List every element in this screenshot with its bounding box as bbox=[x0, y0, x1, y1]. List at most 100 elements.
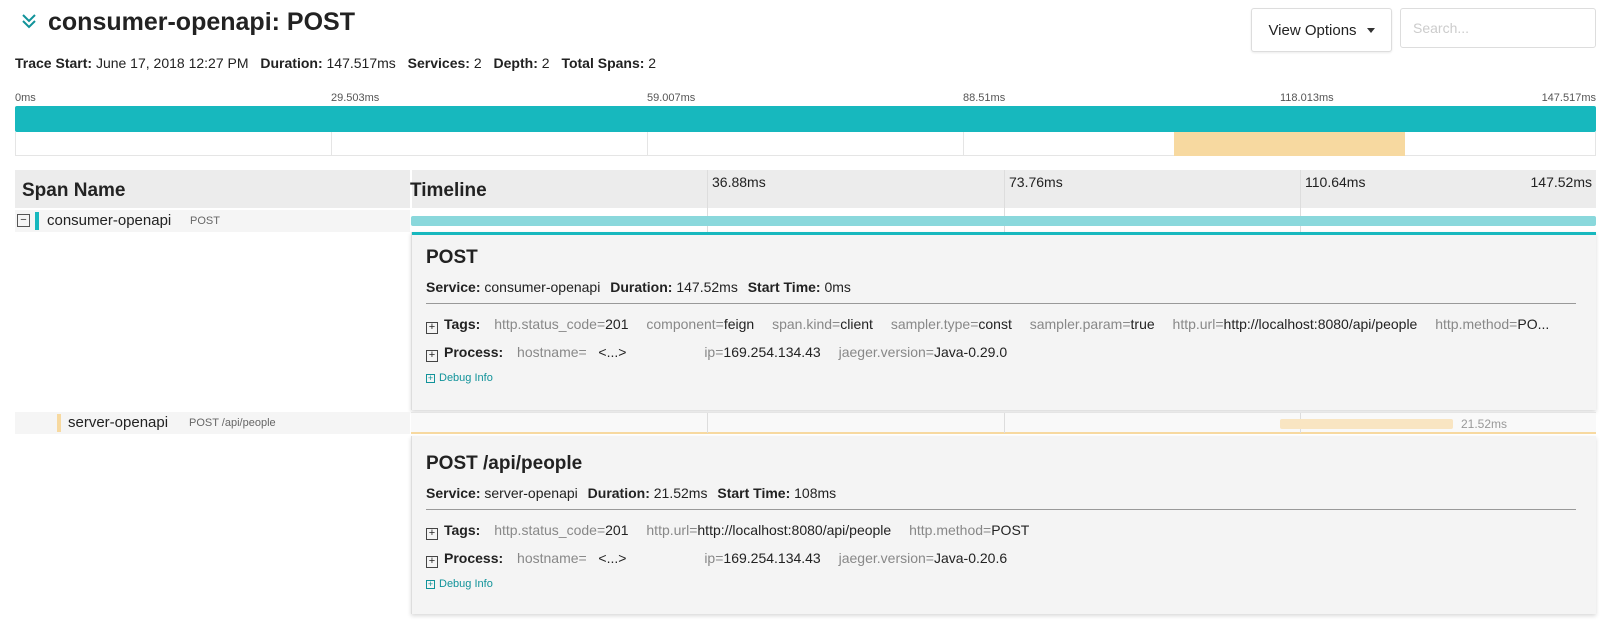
minimap-tick: 118.013ms bbox=[1280, 92, 1334, 104]
tag: span.kind=client bbox=[772, 316, 873, 332]
tag: http.status_code=201 bbox=[494, 522, 629, 538]
span-bar[interactable] bbox=[1280, 419, 1453, 429]
trace-meta: Trace Start: June 17, 2018 12:27 PM Dura… bbox=[15, 55, 664, 71]
tag: sampler.param=true bbox=[1029, 316, 1155, 332]
start-time-value: 108ms bbox=[794, 485, 837, 501]
start-time-value: 0ms bbox=[824, 279, 851, 295]
span-row[interactable]: server-openapi POST /api/people bbox=[15, 412, 410, 434]
service-color-marker bbox=[57, 414, 61, 432]
service-label: Service: bbox=[426, 279, 481, 295]
span-detail-accent bbox=[412, 232, 1596, 235]
duration-label: Duration: bbox=[260, 55, 323, 71]
span-timeline-row[interactable]: 21.52ms bbox=[411, 412, 1596, 434]
span-detail-panel: POST Service: consumer-openapi Duration:… bbox=[411, 232, 1596, 410]
view-options-label: View Options bbox=[1268, 21, 1357, 39]
process-tag: jaeger.version=Java-0.29.0 bbox=[838, 344, 1008, 360]
service-label: Service: bbox=[426, 485, 481, 501]
span-name-header: Span Name bbox=[22, 180, 126, 201]
span-detail-title: POST /api/people bbox=[426, 453, 583, 474]
tag: component=feign bbox=[646, 316, 755, 332]
total-spans-value: 2 bbox=[648, 55, 657, 71]
timeline-tick: 110.64ms bbox=[1305, 174, 1366, 190]
minimap-tick: 88.51ms bbox=[963, 92, 1006, 104]
tag: sampler.type=const bbox=[890, 316, 1012, 332]
process-label: Process: bbox=[444, 550, 504, 566]
tags-row[interactable]: + Tags: http.status_code=201 component=fe… bbox=[426, 316, 1576, 334]
plus-square-icon[interactable]: + bbox=[426, 322, 438, 334]
process-tag: jaeger.version=Java-0.20.6 bbox=[838, 550, 1008, 566]
duration-value: 21.52ms bbox=[653, 485, 708, 501]
process-tag: ip=169.254.134.43 bbox=[704, 550, 821, 566]
trace-start-label: Trace Start: bbox=[15, 55, 93, 71]
search-input[interactable] bbox=[1400, 8, 1596, 48]
minimap-gridline bbox=[331, 132, 332, 156]
debug-info-link[interactable]: + Debug Info bbox=[426, 372, 493, 384]
span-detail-meta: Service: server-openapi Duration: 21.52m… bbox=[426, 485, 842, 501]
process-row[interactable]: + Process: hostname= <...> ip=169.254.134… bbox=[426, 344, 1576, 362]
span-timeline-row[interactable] bbox=[411, 210, 1596, 232]
services-label: Services: bbox=[407, 55, 470, 71]
service-value: consumer-openapi bbox=[484, 279, 601, 295]
timeline-header: Timeline bbox=[410, 180, 487, 201]
minimap-span-bar-1 bbox=[15, 106, 1596, 132]
span-operation-name: POST bbox=[190, 215, 220, 227]
detail-divider bbox=[426, 509, 1576, 510]
process-tag: hostname= <...> bbox=[517, 344, 687, 360]
process-tag: ip=169.254.134.43 bbox=[704, 344, 821, 360]
minimap-tick: 59.007ms bbox=[647, 92, 696, 104]
plus-square-icon[interactable]: + bbox=[426, 350, 438, 362]
process-row[interactable]: + Process: hostname= <...> ip=169.254.134… bbox=[426, 550, 1576, 568]
total-spans-label: Total Spans: bbox=[561, 55, 645, 71]
tags-row[interactable]: + Tags: http.status_code=201 http.url=htt… bbox=[426, 522, 1576, 540]
span-service-name: server-openapi bbox=[68, 414, 169, 431]
process-tag: hostname= <...> bbox=[517, 550, 687, 566]
minimap-tick: 29.503ms bbox=[331, 92, 380, 104]
detail-divider bbox=[426, 303, 1576, 304]
tag: http.method=PO... bbox=[1435, 316, 1550, 332]
minimap-tick: 0ms bbox=[15, 92, 36, 104]
chevron-double-down-icon[interactable] bbox=[20, 12, 38, 30]
trace-table-header: Span Name Timeline 36.88ms 73.76ms 110.6… bbox=[15, 170, 1596, 208]
start-time-label: Start Time: bbox=[747, 279, 821, 295]
service-color-marker bbox=[35, 212, 39, 230]
caret-down-icon bbox=[1366, 27, 1375, 33]
trace-title: consumer-openapi: POST bbox=[48, 8, 355, 36]
span-detail-title: POST bbox=[426, 247, 478, 268]
duration-label: Duration: bbox=[610, 279, 673, 295]
view-options-button[interactable]: View Options bbox=[1251, 8, 1392, 52]
debug-info-link[interactable]: + Debug Info bbox=[426, 578, 493, 590]
minimap-gridline bbox=[963, 132, 964, 156]
tags-label: Tags: bbox=[444, 316, 481, 332]
plus-square-icon[interactable]: + bbox=[426, 528, 438, 540]
timeline-tick: 73.76ms bbox=[1009, 174, 1063, 190]
depth-value: 2 bbox=[541, 55, 550, 71]
minimap-tick: 147.517ms bbox=[1541, 92, 1596, 104]
duration-value: 147.52ms bbox=[676, 279, 738, 295]
trace-minimap[interactable]: 0ms 29.503ms 59.007ms 88.51ms 118.013ms … bbox=[15, 92, 1596, 158]
duration-label: Duration: bbox=[587, 485, 650, 501]
timeline-tick: 147.52ms bbox=[1530, 174, 1592, 190]
tags-label: Tags: bbox=[444, 522, 481, 538]
span-detail-meta: Service: consumer-openapi Duration: 147.… bbox=[426, 279, 857, 295]
span-duration-label: 21.52ms bbox=[1461, 417, 1508, 431]
timeline-gridline bbox=[1004, 413, 1005, 433]
span-bar[interactable] bbox=[411, 216, 1596, 226]
depth-label: Depth: bbox=[493, 55, 538, 71]
span-detail-panel: POST /api/people Service: server-openapi… bbox=[411, 436, 1596, 614]
minimap-gridline bbox=[647, 132, 648, 156]
services-value: 2 bbox=[473, 55, 482, 71]
span-service-name: consumer-openapi bbox=[47, 212, 172, 229]
trace-header: consumer-openapi: POST View Options Trac… bbox=[0, 0, 1600, 90]
span-row[interactable]: − consumer-openapi POST bbox=[15, 210, 410, 232]
plus-square-icon: + bbox=[426, 579, 435, 589]
minus-square-icon[interactable]: − bbox=[17, 214, 30, 227]
minimap-span-bar-2 bbox=[1174, 132, 1405, 156]
trace-start-value: June 17, 2018 12:27 PM bbox=[95, 55, 249, 71]
process-label: Process: bbox=[444, 344, 504, 360]
plus-square-icon: + bbox=[426, 373, 435, 383]
plus-square-icon[interactable]: + bbox=[426, 556, 438, 568]
timeline-gridline bbox=[707, 413, 708, 433]
tag: http.status_code=201 bbox=[494, 316, 629, 332]
tag: http.url=http://localhost:8080/api/peopl… bbox=[646, 522, 892, 538]
tag: http.url=http://localhost:8080/api/peopl… bbox=[1172, 316, 1418, 332]
